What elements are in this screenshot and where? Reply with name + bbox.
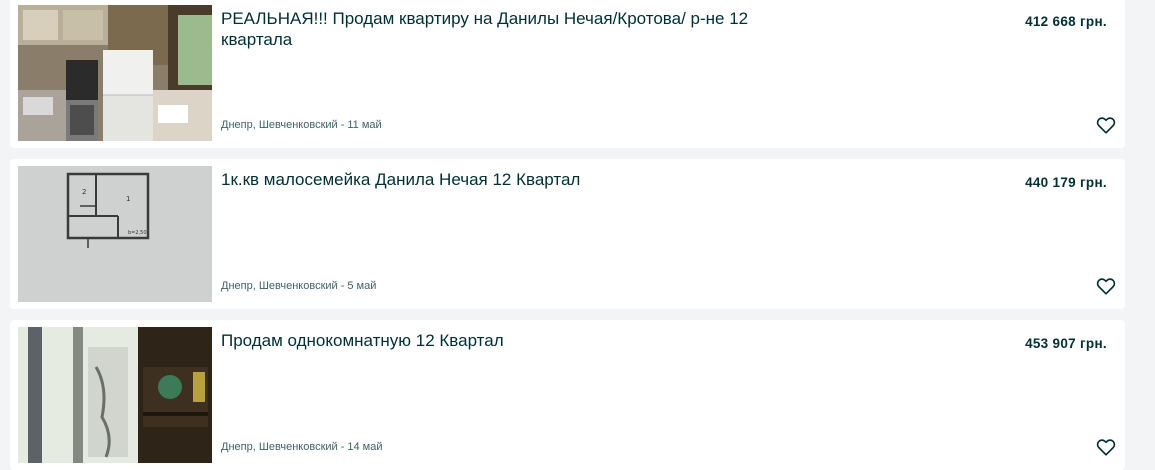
listing-page: { "listings": [ { "title": "РЕАЛЬНАЯ!!! … xyxy=(0,0,1155,470)
favorite-heart-icon[interactable] xyxy=(1095,436,1117,458)
meta-separator: - xyxy=(340,441,345,453)
listing-location: Днепр, Шевченковский xyxy=(221,280,338,292)
listing-card[interactable]: 2 1 b=2,50 1к.кв малосемейка Данила Неча… xyxy=(10,159,1125,309)
listing-location: Днепр, Шевченковский xyxy=(221,119,338,131)
listing-date: 5 май xyxy=(347,280,377,292)
listing-price: 440 179 грн. xyxy=(1025,175,1107,190)
meta-separator: - xyxy=(340,280,345,292)
listing-location: Днепр, Шевченковский xyxy=(221,441,338,453)
listing-card[interactable]: РЕАЛЬНАЯ!!! Продам квартиру на Данилы Не… xyxy=(10,0,1125,148)
svg-text:b=2,50: b=2,50 xyxy=(128,230,147,236)
listing-price: 412 668 грн. xyxy=(1025,14,1107,29)
listing-meta: Днепр, Шевченковский -14 май xyxy=(221,441,382,453)
meta-separator: - xyxy=(340,119,345,131)
favorite-heart-icon[interactable] xyxy=(1095,275,1117,297)
listing-date: 11 май xyxy=(347,119,382,131)
listing-title[interactable]: РЕАЛЬНАЯ!!! Продам квартиру на Данилы Не… xyxy=(221,8,811,50)
listing-title[interactable]: Продам однокомнатную 12 Квартал xyxy=(221,330,811,351)
listing-meta: Днепр, Шевченковский -11 май xyxy=(221,119,382,131)
listing-meta: Днепр, Шевченковский -5 май xyxy=(221,280,376,292)
listing-photo-room[interactable] xyxy=(18,327,212,463)
listing-price: 453 907 грн. xyxy=(1025,336,1107,351)
svg-text:2: 2 xyxy=(82,188,86,196)
listing-photo-floor-plan[interactable]: 2 1 b=2,50 xyxy=(18,166,212,302)
svg-text:1: 1 xyxy=(126,195,130,203)
listing-photo-kitchen[interactable] xyxy=(18,5,212,141)
listing-date: 14 май xyxy=(347,441,383,453)
listing-card[interactable]: Продам однокомнатную 12 Квартал 453 907 … xyxy=(10,320,1125,470)
listing-title[interactable]: 1к.кв малосемейка Данила Нечая 12 Кварта… xyxy=(221,169,811,190)
favorite-heart-icon[interactable] xyxy=(1095,114,1117,136)
